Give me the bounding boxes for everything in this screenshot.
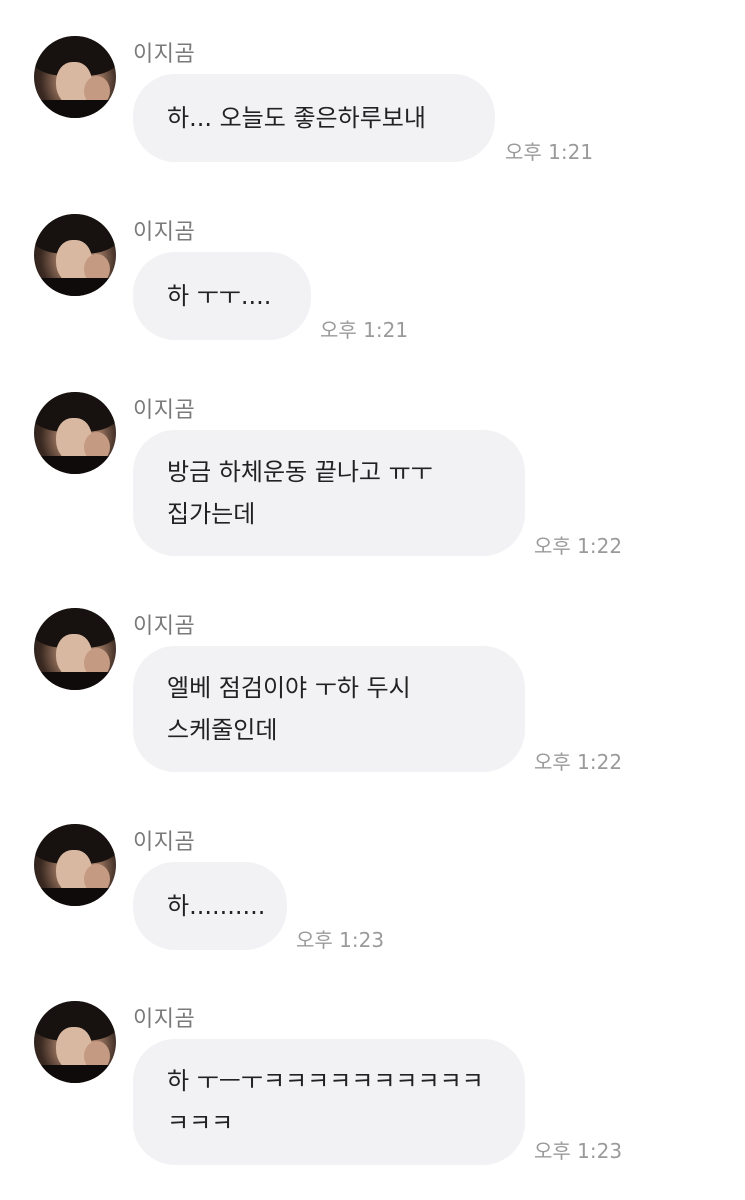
message-text-line: 방금 하체운동 끝나고 ㅠㅜ — [167, 458, 433, 486]
sender-name: 이지곰 — [133, 830, 196, 855]
avatar[interactable] — [34, 214, 116, 296]
avatar[interactable] — [34, 608, 116, 690]
message-text-line: 집가는데 — [167, 500, 256, 528]
avatar[interactable] — [34, 1001, 116, 1083]
message-text-line: 하 ㅜㅜ.... — [167, 282, 272, 310]
message-timestamp: 오후 1:22 — [534, 534, 623, 558]
message-text-line: 스케줄인데 — [167, 716, 278, 744]
message-text-line: 하 ㅜㅡㅜㅋㅋㅋㅋㅋㅋㅋㅋㅋㅋ — [167, 1067, 484, 1095]
message-timestamp: 오후 1:21 — [505, 140, 594, 164]
avatar[interactable] — [34, 392, 116, 474]
sender-name: 이지곰 — [133, 42, 196, 67]
avatar[interactable] — [34, 36, 116, 118]
message-text-line: 하.......... — [167, 892, 266, 920]
message-text-line: ㅋㅋㅋ — [167, 1109, 234, 1137]
message-bubble[interactable]: 엘베 점검이야 ㅜ하 두시 스케줄인데 — [133, 646, 525, 772]
sender-name: 이지곰 — [133, 398, 196, 423]
message-timestamp: 오후 1:21 — [320, 318, 409, 342]
message-timestamp: 오후 1:23 — [534, 1139, 623, 1163]
message-bubble[interactable]: 방금 하체운동 끝나고 ㅠㅜ 집가는데 — [133, 430, 525, 556]
message-bubble[interactable]: 하... 오늘도 좋은하루보내 — [133, 74, 495, 162]
sender-name: 이지곰 — [133, 1007, 196, 1032]
message-text-line: 엘베 점검이야 ㅜ하 두시 — [167, 674, 411, 702]
message-timestamp: 오후 1:23 — [296, 928, 385, 952]
sender-name: 이지곰 — [133, 614, 196, 639]
chat-area: 이지곰 하... 오늘도 좋은하루보내 오후 1:21 이지곰 하 ㅜㅜ....… — [0, 0, 745, 1200]
message-text-line: 하... 오늘도 좋은하루보내 — [167, 104, 426, 132]
sender-name: 이지곰 — [133, 220, 196, 245]
avatar[interactable] — [34, 824, 116, 906]
message-bubble[interactable]: 하 ㅜㅜ.... — [133, 252, 311, 340]
message-bubble[interactable]: 하.......... — [133, 862, 287, 950]
message-bubble[interactable]: 하 ㅜㅡㅜㅋㅋㅋㅋㅋㅋㅋㅋㅋㅋ ㅋㅋㅋ — [133, 1039, 525, 1165]
message-timestamp: 오후 1:22 — [534, 750, 623, 774]
